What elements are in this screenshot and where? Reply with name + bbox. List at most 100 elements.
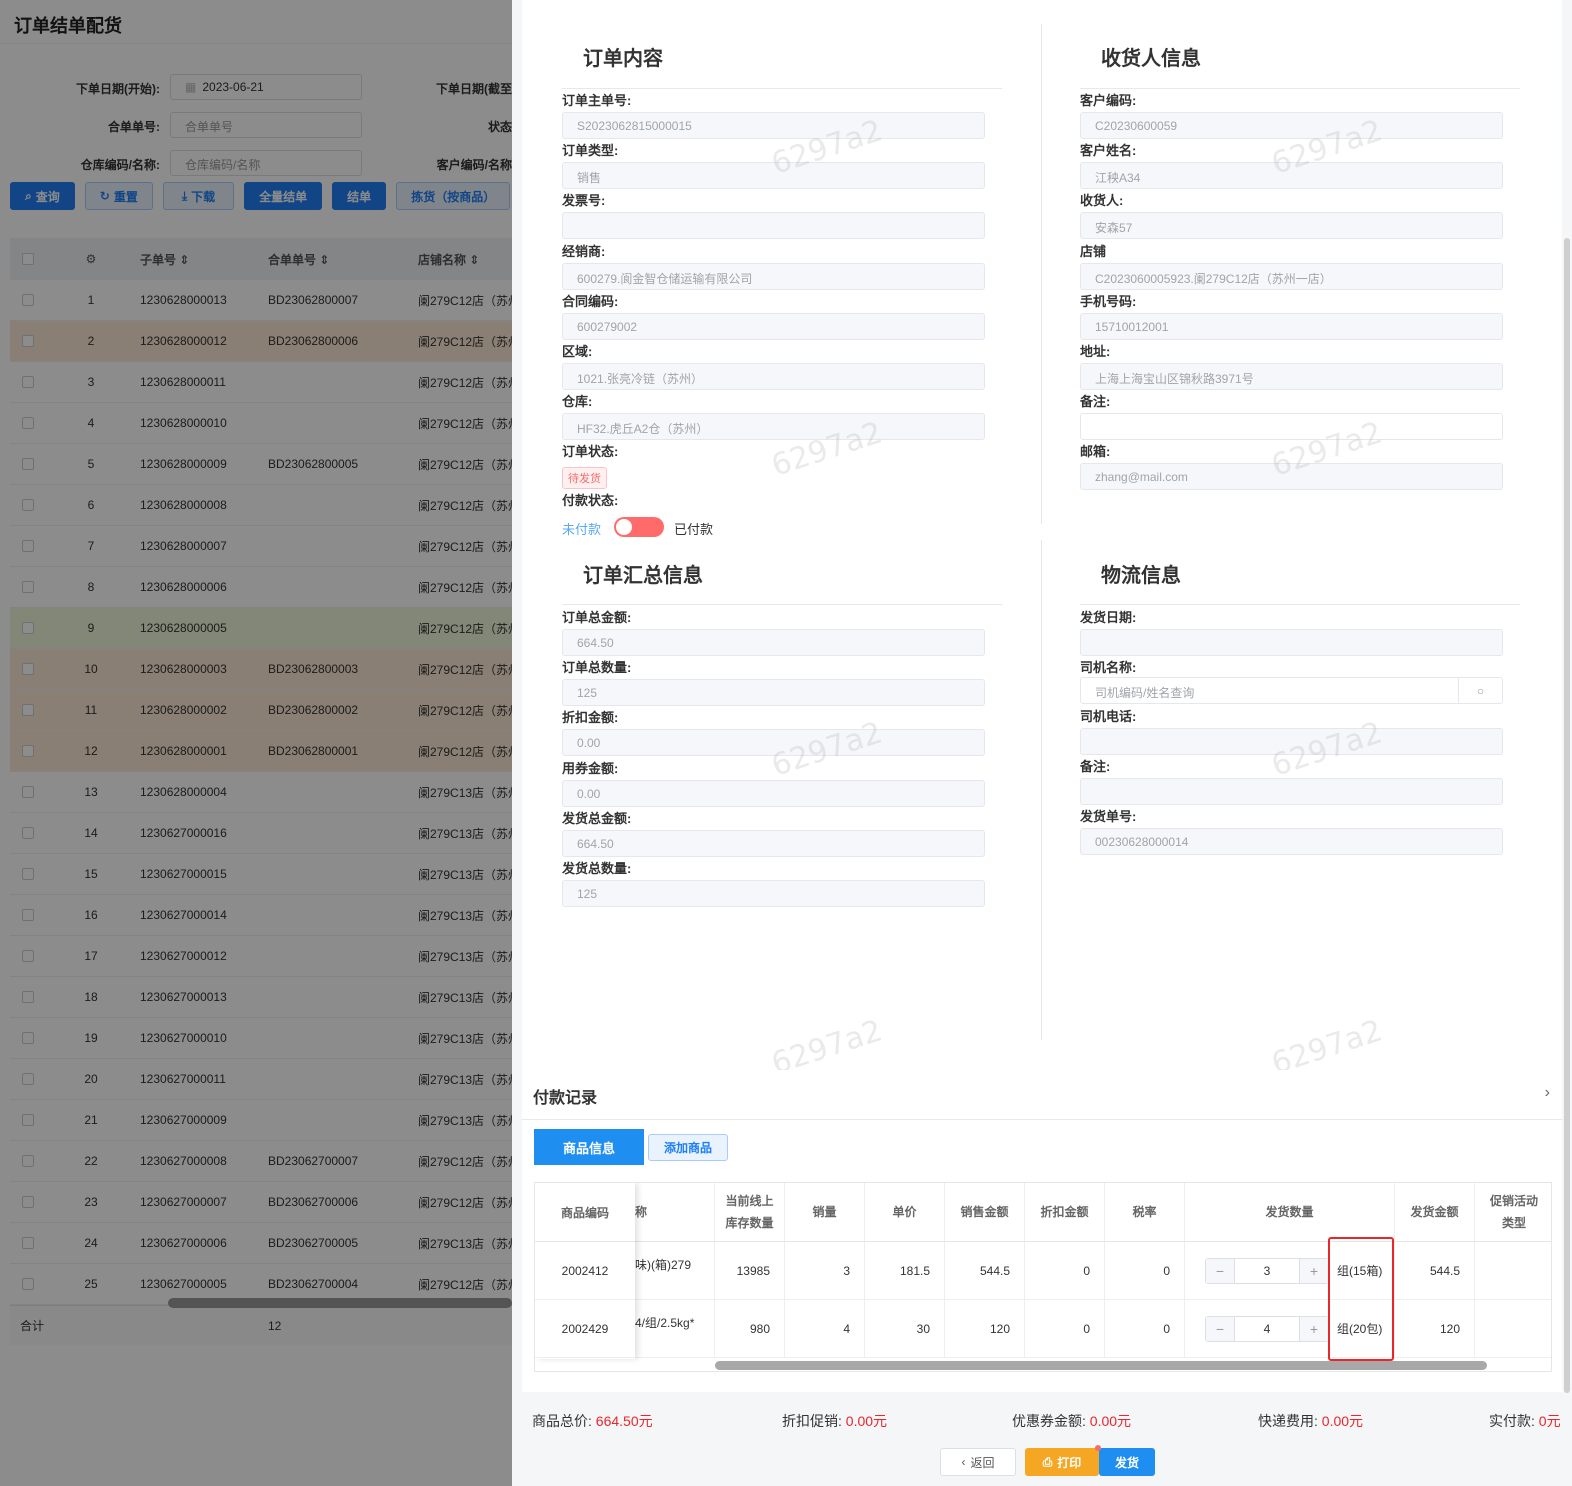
order-field-label: 仓库: [562, 394, 593, 410]
chevron-left-icon: ‹ [961, 1455, 966, 1469]
goods-row: 味)(箱)279 13985 3 181.5 544.5 0 0−3 + 组(15箱) 544.5 [535, 1242, 1551, 1300]
quantity-stepper: −3 + [1205, 1257, 1329, 1284]
goods-discount-cell: 0 [1025, 1300, 1105, 1357]
paid-label: 已付款 [674, 522, 714, 537]
order-field-input[interactable]: 600279002 [562, 312, 985, 340]
goods-panel: 商品信息 添加商品 称 当前线上 库存数量 销量 单价 销售金额 折扣金额 税率 … [522, 1120, 1562, 1392]
unit-highlight-box [1328, 1237, 1394, 1361]
goods-stock-cell: 13985 [715, 1242, 785, 1299]
goods-discount-cell: 0 [1025, 1242, 1105, 1299]
detail-body: 订单内容 订单主单号: S2023062815000015 订单类型: 销售 发票号: 经… [522, 0, 1562, 1070]
col-ship-qty: 发货数量 [1185, 1183, 1395, 1241]
goods-table: 称 当前线上 库存数量 销量 单价 销售金额 折扣金额 税率 发货数量 发货金额 … [534, 1182, 1552, 1372]
ship-no-input[interactable]: 00230628000014 [1080, 828, 1503, 855]
print-button[interactable]: ⎙ 打印 [1025, 1448, 1099, 1476]
goods-tax-cell: 0 [1105, 1242, 1185, 1299]
goods-promo-cell [1475, 1300, 1551, 1357]
order-field-input[interactable]: 600279.阆金智仓储运输有限公司 [562, 262, 985, 290]
driver-search-input[interactable]: 司机编码/姓名查询 ○ [1080, 677, 1503, 704]
add-goods-button[interactable]: 添加商品 [648, 1134, 728, 1161]
order-field-input[interactable]: 1021.张亮冷链（苏州） [562, 363, 985, 390]
consignee-field-label: 地址: [1080, 344, 1111, 359]
consignee-field-input[interactable]: 江秧A34 [1080, 162, 1503, 190]
order-field-input[interactable]: HF32.虎丘A2仓（苏州） [562, 413, 985, 441]
order-field-label: 区域: [562, 344, 593, 359]
goods-price-cell: 181.5 [865, 1242, 945, 1299]
payment-record-panel[interactable]: 付款记录 › [522, 1070, 1562, 1120]
chevron-right-icon[interactable]: › [1545, 1084, 1550, 1102]
col-promo: 促销活动 类型 [1489, 1194, 1538, 1230]
minus-button[interactable]: − [1206, 1316, 1234, 1341]
summary-field-input[interactable]: 0.00 [562, 779, 985, 807]
consignee-field-label: 收货人: [1080, 193, 1124, 209]
paid-total: 实付款: 0元 [1489, 1413, 1561, 1429]
section-divider [1080, 604, 1520, 605]
consignee-field-input[interactable]: C2023060005923.阑279C12店（苏州一店） [1080, 262, 1503, 290]
summary-field-input[interactable]: 664.50 [562, 629, 985, 656]
modal-mask[interactable] [0, 0, 512, 1486]
section-divider [1080, 88, 1520, 89]
logistics-remark-input[interactable] [1080, 778, 1503, 805]
goods-amount-cell: 120 [945, 1300, 1025, 1357]
totals-bar: 商品总价: 664.50元 折扣促销: 0.00元 优惠券金额: 0.00元 快… [512, 1404, 1572, 1438]
payment-record-title: 付款记录 [533, 1090, 598, 1107]
coupon-total: 优惠券金额: 0.00元 [1012, 1413, 1132, 1429]
col-name: 称 [635, 1183, 715, 1241]
consignee-field-input[interactable]: zhang@mail.com [1080, 463, 1503, 491]
goods-name-cell: 4/组/2.5kg* [635, 1300, 715, 1357]
consignee-field-label: 客户姓名: [1080, 143, 1137, 159]
pay-status-toggle[interactable] [614, 517, 664, 537]
col-price: 单价 [865, 1183, 945, 1241]
minus-button[interactable]: − [1206, 1258, 1234, 1283]
goods-total: 商品总价: 664.50元 [532, 1413, 653, 1429]
summary-field-input[interactable]: 125 [562, 679, 985, 707]
summary-field-input[interactable]: 125 [562, 880, 985, 907]
summary-title: 订单汇总信息 [583, 565, 703, 587]
ship-button[interactable]: 发货 [1099, 1448, 1155, 1476]
goods-horizontal-scrollbar[interactable] [715, 1361, 1487, 1370]
driver-phone-input[interactable] [1080, 728, 1503, 755]
col-code: 商品编码 [535, 1183, 635, 1242]
consignee-field-input[interactable] [1080, 413, 1503, 441]
col-sales: 销量 [785, 1183, 865, 1241]
driver-label: 司机名称: [1080, 660, 1137, 675]
consignee-field-input[interactable]: 上海上海宝山区锦秋路3971号 [1080, 363, 1503, 390]
goods-sales-cell: 4 [785, 1300, 865, 1357]
consignee-field-input[interactable]: 安森57 [1080, 212, 1503, 240]
goods-ship-amount-cell: 544.5 [1395, 1242, 1475, 1299]
order-field-input[interactable]: 销售 [562, 162, 985, 190]
back-button[interactable]: ‹ 返回 [940, 1448, 1016, 1476]
search-icon[interactable]: ○ [1458, 678, 1502, 703]
column-divider [1041, 24, 1042, 524]
col-amount: 销售金额 [945, 1183, 1025, 1241]
goods-table-header: 称 当前线上 库存数量 销量 单价 销售金额 折扣金额 税率 发货数量 发货金额 … [535, 1183, 1551, 1242]
col-ship-amount: 发货金额 [1395, 1183, 1475, 1241]
summary-field-input[interactable]: 664.50 [562, 829, 985, 857]
summary-field-input[interactable]: 0.00 [562, 729, 985, 757]
order-field-input[interactable]: S2023062815000015 [562, 112, 985, 139]
col-discount: 折扣金额 [1025, 1183, 1105, 1241]
plus-button[interactable]: + [1300, 1258, 1328, 1283]
order-content-title: 订单内容 [583, 48, 663, 70]
order-field-label: 订单类型: [562, 143, 619, 159]
goods-sales-cell: 3 [785, 1242, 865, 1299]
ship-date-input[interactable] [1080, 629, 1503, 656]
quantity-input[interactable]: 3 [1234, 1258, 1300, 1283]
consignee-field-input[interactable]: 15710012001 [1080, 312, 1503, 340]
quantity-input[interactable]: 4 [1234, 1316, 1300, 1341]
plus-button[interactable]: + [1300, 1316, 1328, 1341]
tab-goods-info[interactable]: 商品信息 [534, 1129, 644, 1165]
consignee-field-label: 店铺 [1080, 243, 1107, 259]
summary-field-label: 发货总金额: [562, 810, 632, 826]
col-stock: 当前线上 库存数量 [715, 1183, 785, 1241]
goods-ship-amount-cell: 120 [1395, 1300, 1475, 1357]
order-field-input[interactable] [562, 212, 985, 240]
driver-phone-label: 司机电话: [1080, 709, 1137, 724]
drawer-vertical-scrollbar[interactable] [1564, 238, 1570, 1393]
consignee-field-label: 备注: [1080, 394, 1111, 410]
quantity-stepper: −4 + [1205, 1315, 1329, 1342]
goods-price-cell: 30 [865, 1300, 945, 1357]
logistics-remark-label: 备注: [1080, 759, 1111, 774]
consignee-field-input[interactable]: C20230600059 [1080, 112, 1503, 139]
goods-name-cell: 味)(箱)279 [635, 1242, 715, 1299]
